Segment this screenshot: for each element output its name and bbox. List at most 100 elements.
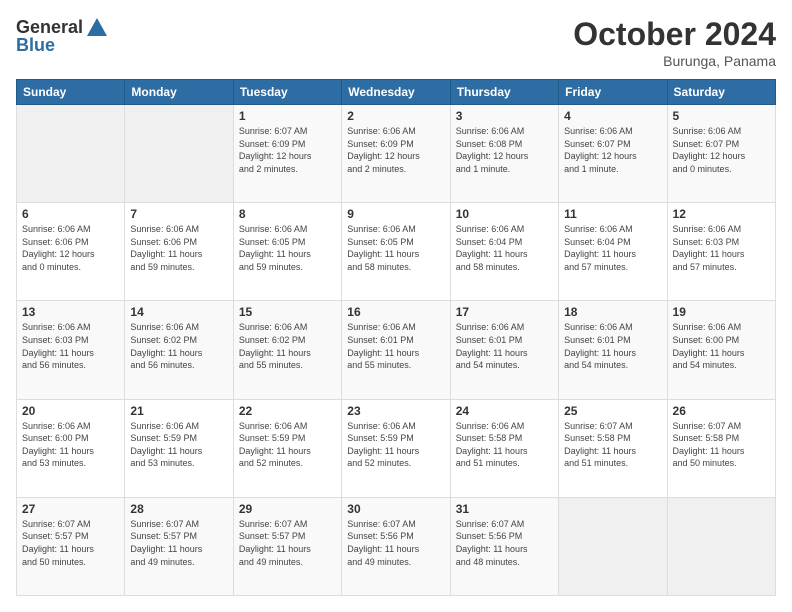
table-row: 29 Sunrise: 6:07 AM Sunset: 5:57 PM Dayli… [233, 497, 341, 595]
day-number: 29 [239, 502, 336, 516]
day-info: Sunrise: 6:07 AM Sunset: 5:58 PM Dayligh… [673, 420, 770, 470]
day-number: 12 [673, 207, 770, 221]
day-info: Sunrise: 6:07 AM Sunset: 5:56 PM Dayligh… [456, 518, 553, 568]
table-row: 4 Sunrise: 6:06 AM Sunset: 6:07 PM Daylig… [559, 105, 667, 203]
day-number: 19 [673, 305, 770, 319]
page: General Blue October 2024 Burunga, Panam… [0, 0, 792, 612]
day-info: Sunrise: 6:07 AM Sunset: 5:57 PM Dayligh… [239, 518, 336, 568]
day-info: Sunrise: 6:06 AM Sunset: 6:00 PM Dayligh… [22, 420, 119, 470]
table-row: 1 Sunrise: 6:07 AM Sunset: 6:09 PM Daylig… [233, 105, 341, 203]
day-number: 13 [22, 305, 119, 319]
table-row: 16 Sunrise: 6:06 AM Sunset: 6:01 PM Dayli… [342, 301, 450, 399]
header: General Blue October 2024 Burunga, Panam… [16, 16, 776, 69]
table-row: 21 Sunrise: 6:06 AM Sunset: 5:59 PM Dayli… [125, 399, 233, 497]
day-info: Sunrise: 6:06 AM Sunset: 6:09 PM Dayligh… [347, 125, 444, 175]
table-row [17, 105, 125, 203]
col-sunday: Sunday [17, 80, 125, 105]
day-number: 9 [347, 207, 444, 221]
table-row: 11 Sunrise: 6:06 AM Sunset: 6:04 PM Dayli… [559, 203, 667, 301]
day-info: Sunrise: 6:06 AM Sunset: 5:58 PM Dayligh… [456, 420, 553, 470]
day-number: 28 [130, 502, 227, 516]
table-row: 23 Sunrise: 6:06 AM Sunset: 5:59 PM Dayli… [342, 399, 450, 497]
day-info: Sunrise: 6:06 AM Sunset: 6:07 PM Dayligh… [564, 125, 661, 175]
day-info: Sunrise: 6:06 AM Sunset: 6:01 PM Dayligh… [347, 321, 444, 371]
table-row: 27 Sunrise: 6:07 AM Sunset: 5:57 PM Dayli… [17, 497, 125, 595]
title-section: October 2024 Burunga, Panama [573, 16, 776, 69]
col-saturday: Saturday [667, 80, 775, 105]
calendar-week-3: 13 Sunrise: 6:06 AM Sunset: 6:03 PM Dayli… [17, 301, 776, 399]
day-number: 4 [564, 109, 661, 123]
table-row: 28 Sunrise: 6:07 AM Sunset: 5:57 PM Dayli… [125, 497, 233, 595]
day-info: Sunrise: 6:06 AM Sunset: 6:03 PM Dayligh… [673, 223, 770, 273]
calendar-week-2: 6 Sunrise: 6:06 AM Sunset: 6:06 PM Daylig… [17, 203, 776, 301]
day-number: 1 [239, 109, 336, 123]
day-info: Sunrise: 6:06 AM Sunset: 6:02 PM Dayligh… [239, 321, 336, 371]
day-number: 11 [564, 207, 661, 221]
logo: General Blue [16, 16, 109, 56]
day-number: 2 [347, 109, 444, 123]
location: Burunga, Panama [573, 53, 776, 69]
day-number: 24 [456, 404, 553, 418]
day-number: 31 [456, 502, 553, 516]
day-number: 20 [22, 404, 119, 418]
table-row: 5 Sunrise: 6:06 AM Sunset: 6:07 PM Daylig… [667, 105, 775, 203]
table-row: 9 Sunrise: 6:06 AM Sunset: 6:05 PM Daylig… [342, 203, 450, 301]
day-number: 8 [239, 207, 336, 221]
month-title: October 2024 [573, 16, 776, 53]
calendar-week-1: 1 Sunrise: 6:07 AM Sunset: 6:09 PM Daylig… [17, 105, 776, 203]
table-row: 15Sunrise: 6:06 AM Sunset: 6:02 PM Dayli… [233, 301, 341, 399]
table-row: 14 Sunrise: 6:06 AM Sunset: 6:02 PM Dayli… [125, 301, 233, 399]
table-row: 12 Sunrise: 6:06 AM Sunset: 6:03 PM Dayli… [667, 203, 775, 301]
table-row: 30Sunrise: 6:07 AM Sunset: 5:56 PM Dayli… [342, 497, 450, 595]
day-number: 27 [22, 502, 119, 516]
day-info: Sunrise: 6:06 AM Sunset: 5:59 PM Dayligh… [130, 420, 227, 470]
day-number: 30 [347, 502, 444, 516]
table-row: 7 Sunrise: 6:06 AM Sunset: 6:06 PM Daylig… [125, 203, 233, 301]
day-info: Sunrise: 6:06 AM Sunset: 6:03 PM Dayligh… [22, 321, 119, 371]
day-info: Sunrise: 6:07 AM Sunset: 5:57 PM Dayligh… [22, 518, 119, 568]
table-row: 26 Sunrise: 6:07 AM Sunset: 5:58 PM Dayli… [667, 399, 775, 497]
table-row: 3 Sunrise: 6:06 AM Sunset: 6:08 PM Daylig… [450, 105, 558, 203]
table-row [667, 497, 775, 595]
table-row [125, 105, 233, 203]
calendar-header-row: Sunday Monday Tuesday Wednesday Thursday… [17, 80, 776, 105]
table-row: 10 Sunrise: 6:06 AM Sunset: 6:04 PM Dayli… [450, 203, 558, 301]
table-row: 2 Sunrise: 6:06 AM Sunset: 6:09 PM Daylig… [342, 105, 450, 203]
day-info: Sunrise: 6:06 AM Sunset: 5:59 PM Dayligh… [347, 420, 444, 470]
logo-blue: Blue [16, 36, 109, 56]
day-info: Sunrise: 6:06 AM Sunset: 6:04 PM Dayligh… [564, 223, 661, 273]
day-number: 3 [456, 109, 553, 123]
day-number: 21 [130, 404, 227, 418]
calendar-week-4: 20 Sunrise: 6:06 AM Sunset: 6:00 PM Dayli… [17, 399, 776, 497]
day-number: 26 [673, 404, 770, 418]
day-number: 18 [564, 305, 661, 319]
day-info: Sunrise: 6:06 AM Sunset: 6:01 PM Dayligh… [564, 321, 661, 371]
table-row: 20 Sunrise: 6:06 AM Sunset: 6:00 PM Dayli… [17, 399, 125, 497]
day-info: Sunrise: 6:06 AM Sunset: 6:02 PM Dayligh… [130, 321, 227, 371]
table-row: 24 Sunrise: 6:06 AM Sunset: 5:58 PM Dayli… [450, 399, 558, 497]
day-number: 23 [347, 404, 444, 418]
col-wednesday: Wednesday [342, 80, 450, 105]
day-number: 14 [130, 305, 227, 319]
day-info: Sunrise: 6:07 AM Sunset: 5:57 PM Dayligh… [130, 518, 227, 568]
day-number: 5 [673, 109, 770, 123]
day-info: Sunrise: 6:06 AM Sunset: 6:08 PM Dayligh… [456, 125, 553, 175]
day-info: Sunrise: 6:06 AM Sunset: 6:06 PM Dayligh… [22, 223, 119, 273]
table-row: 8Sunrise: 6:06 AM Sunset: 6:05 PM Daylig… [233, 203, 341, 301]
table-row: 17Sunrise: 6:06 AM Sunset: 6:01 PM Dayli… [450, 301, 558, 399]
day-info: Sunrise: 6:07 AM Sunset: 6:09 PM Dayligh… [239, 125, 336, 175]
day-number: 7 [130, 207, 227, 221]
day-info: Sunrise: 6:06 AM Sunset: 6:07 PM Dayligh… [673, 125, 770, 175]
day-info: Sunrise: 6:06 AM Sunset: 6:05 PM Dayligh… [347, 223, 444, 273]
day-number: 6 [22, 207, 119, 221]
table-row: 25Sunrise: 6:07 AM Sunset: 5:58 PM Dayli… [559, 399, 667, 497]
day-info: Sunrise: 6:06 AM Sunset: 6:01 PM Dayligh… [456, 321, 553, 371]
table-row: 6 Sunrise: 6:06 AM Sunset: 6:06 PM Daylig… [17, 203, 125, 301]
day-info: Sunrise: 6:06 AM Sunset: 6:04 PM Dayligh… [456, 223, 553, 273]
day-number: 22 [239, 404, 336, 418]
day-info: Sunrise: 6:06 AM Sunset: 6:06 PM Dayligh… [130, 223, 227, 273]
day-number: 16 [347, 305, 444, 319]
day-number: 10 [456, 207, 553, 221]
table-row [559, 497, 667, 595]
table-row: 31 Sunrise: 6:07 AM Sunset: 5:56 PM Dayli… [450, 497, 558, 595]
